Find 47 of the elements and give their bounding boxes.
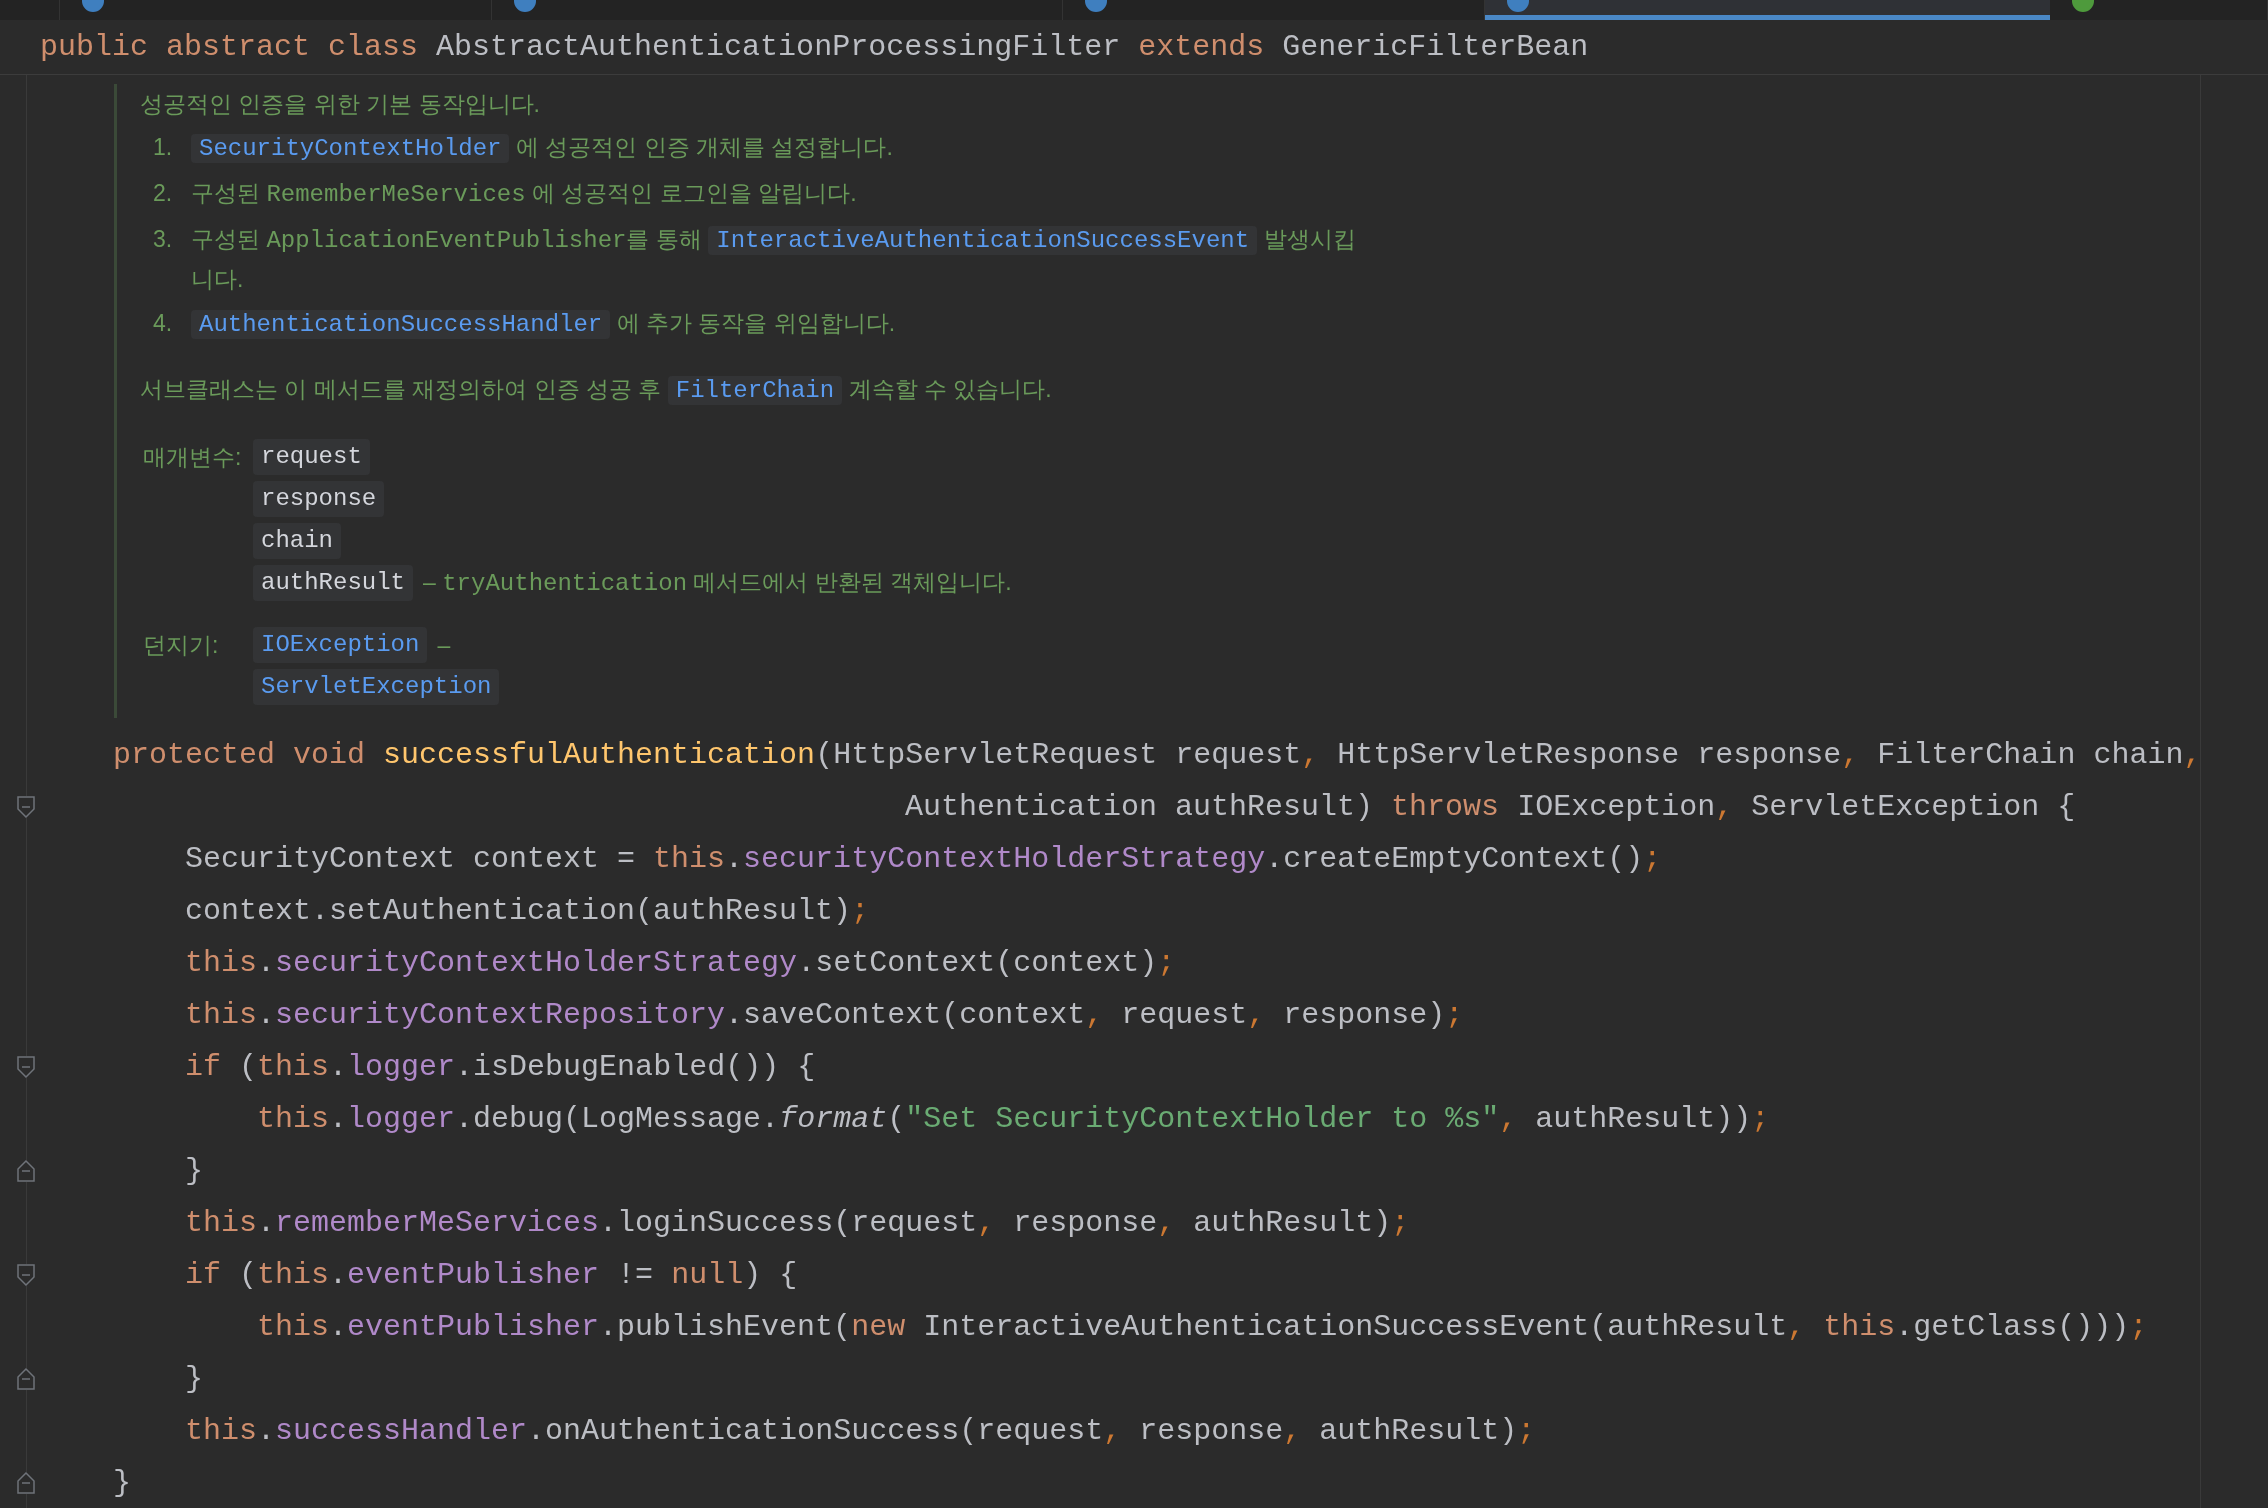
doc-step-text: 구성된 RememberMeServices 에 성공적인 로그인을 알립니다. (190, 179, 857, 210)
code-line: } (113, 1465, 131, 1500)
param-description: – tryAuthentication 메서드에서 반환된 객체입니다. (423, 567, 1012, 599)
fold-icon[interactable] (17, 1056, 35, 1078)
code-line: Authentication authResult) throws IOException, ServletException { (905, 789, 2076, 824)
code-link[interactable]: FilterChain (667, 376, 843, 405)
code-link[interactable]: IOException (253, 627, 428, 663)
throws-label: 던지기: (142, 631, 220, 660)
doc-paragraph: 서브클래스는 이 메서드를 재정의하여 인증 성공 후 FilterChain 계속할 수 있습니다. (140, 375, 1053, 407)
param-name: authResult (253, 565, 414, 601)
code-line: protected void successfulAuthentication(HttpServletRequest request, HttpServletResponse response, FilterChain chain, (113, 737, 2202, 772)
step-number: 3. (152, 225, 174, 254)
doc-step-text: 구성된 ApplicationEventPublisher를 통해 InteractiveAuthenticationSuccessEvent 발생시킵 니다. (190, 225, 1356, 294)
fold-icon[interactable] (17, 1160, 35, 1182)
code-line: this.securityContextRepository.saveContext(context, request, response); (185, 997, 1464, 1032)
param-name: request (253, 439, 370, 475)
params-label: 매개변수: (142, 443, 243, 472)
code-line: } (185, 1361, 203, 1396)
fold-icon[interactable] (17, 796, 35, 818)
doc-summary: 성공적인 인증을 위한 기본 동작입니다. (140, 90, 541, 119)
fold-icon[interactable] (17, 1368, 35, 1390)
step-number: 1. (152, 133, 174, 162)
code-line: this.securityContextHolderStrategy.setContext(context); (185, 945, 1176, 980)
dash: – (437, 630, 451, 660)
param-name: chain (253, 523, 341, 559)
code-link[interactable]: SecurityContextHolder (191, 134, 510, 163)
code-line: this.eventPublisher.publishEvent(new InteractiveAuthenticationSuccessEvent(authResult, this.getClass())); (257, 1309, 2148, 1344)
step-number: 4. (152, 309, 174, 338)
code-line: this.logger.debug(LogMessage.format("Set SecurityContextHolder to %s", authResult)); (257, 1101, 1770, 1136)
code-line: SecurityContext context = this.securityContextHolderStrategy.createEmptyContext(); (185, 841, 1662, 876)
code-line: this.rememberMeServices.loginSuccess(request, response, authResult); (185, 1205, 1410, 1240)
code-link[interactable]: ServletException (253, 669, 500, 705)
code-link[interactable]: AuthenticationSuccessHandler (191, 310, 611, 339)
code-line: } (185, 1153, 203, 1188)
code-link[interactable]: InteractiveAuthenticationSuccessEvent (708, 226, 1258, 255)
fold-icon[interactable] (17, 1472, 35, 1494)
fold-icon[interactable] (17, 1264, 35, 1286)
class-declaration: public abstract class AbstractAuthenticationProcessingFilter extends GenericFilterBean (0, 20, 2268, 75)
code-line: context.setAuthentication(authResult); (185, 893, 870, 928)
code-line: this.successHandler.onAuthenticationSuccess(request, response, authResult); (185, 1413, 1536, 1448)
code-line: if (this.logger.isDebugEnabled()) { (185, 1049, 816, 1084)
doc-step-text: AuthenticationSuccessHandler 에 추가 동작을 위임합니다. (189, 304, 896, 344)
param-name: response (253, 481, 385, 517)
step-number: 2. (152, 179, 174, 208)
editor-tab[interactable] (1485, 0, 2050, 20)
doc-step-text: SecurityContextHolder 에 성공적인 인증 개체를 설정합니다. (189, 128, 893, 168)
code-line: if (this.eventPublisher != null) { (185, 1257, 798, 1292)
